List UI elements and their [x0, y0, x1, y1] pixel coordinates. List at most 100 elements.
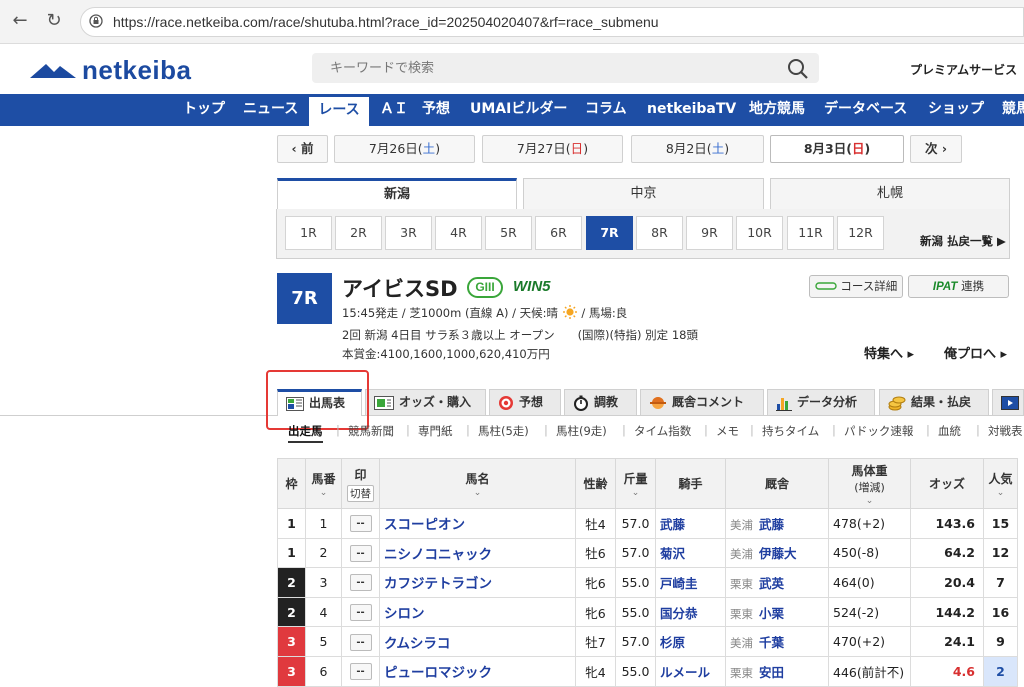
subnav-item-umabashira9[interactable]: 馬柱(9走) — [556, 423, 607, 439]
trainer-link[interactable]: 伊藤大 — [759, 546, 797, 561]
mark-selector[interactable]: -- — [349, 633, 372, 651]
jockey-link[interactable]: 杉原 — [655, 626, 726, 657]
race-button-1r[interactable]: 1R — [285, 216, 332, 250]
table-row[interactable]: 1 1 -- スコーピオン 牡4 57.0 武藤 美浦 武藤 478(+2) 143.6 15 — [277, 508, 1018, 539]
sort-chevron-icon[interactable]: ⌄ — [829, 496, 910, 506]
address-bar[interactable]: https://race.netkeiba.com/race/shutuba.h… — [80, 7, 1024, 37]
nav-item-database[interactable]: データベース — [824, 94, 907, 126]
back-icon[interactable]: ← — [8, 10, 32, 31]
venue-tab-niigata[interactable]: 新潟 — [277, 178, 517, 210]
date-tab-selected[interactable]: 8月3日(日) — [770, 135, 904, 163]
subnav-item-mochi-time[interactable]: 持ちタイム — [762, 423, 819, 439]
date-tab[interactable]: 7月27日(日) — [482, 135, 623, 163]
prev-date-button[interactable]: ‹ 前 — [277, 135, 328, 163]
orepro-link[interactable]: 俺プロへ ▸ — [944, 343, 1007, 362]
race-button-7r[interactable]: 7R — [586, 216, 633, 250]
sort-chevron-icon[interactable]: ⌄ — [616, 488, 655, 498]
race-button-12r[interactable]: 12R — [837, 216, 884, 250]
col-weight[interactable]: 斤量 ⌄ — [615, 458, 656, 509]
feature-link[interactable]: 特集へ ▸ — [864, 343, 914, 362]
odds-cell[interactable]: 24.1 — [910, 626, 984, 657]
trainer-link[interactable]: 武藤 — [759, 517, 784, 532]
odds-cell[interactable]: 20.4 — [910, 567, 984, 598]
table-row[interactable]: 3 6 -- ピューロマジック 牝4 55.0 ルメール 栗東 安田 446(前計不) 4.6 2 — [277, 655, 1018, 687]
table-row[interactable]: 2 4 -- シロン 牝6 55.0 国分恭 栗東 小栗 524(-2) 144.2 16 — [277, 596, 1018, 628]
table-row[interactable]: 1 2 -- ニシノコニャック 牡6 57.0 菊沢 美浦 伊藤大 450(-8) 64.2 12 — [277, 537, 1018, 569]
trainer-link[interactable]: 武英 — [759, 576, 784, 591]
venue-tab-chukyo[interactable]: 中京 — [523, 178, 764, 210]
nav-item-ai[interactable]: ＡＩ — [380, 94, 408, 126]
search-input[interactable] — [312, 53, 752, 83]
subnav-item-ketto[interactable]: 血統 — [938, 423, 961, 439]
race-button-11r[interactable]: 11R — [787, 216, 834, 250]
race-button-10r[interactable]: 10R — [736, 216, 783, 250]
win5-badge[interactable]: WIN5 — [513, 278, 551, 295]
race-button-6r[interactable]: 6R — [535, 216, 582, 250]
nav-item-column[interactable]: コラム — [585, 94, 627, 126]
nav-item-shop[interactable]: ショップ — [928, 94, 984, 126]
nav-item-umai-builder[interactable]: UMAIビルダー — [470, 94, 567, 126]
horse-name-link[interactable]: ピューロマジック — [379, 655, 576, 687]
table-row[interactable]: 3 5 -- クムシラコ 牡7 57.0 杉原 美浦 千葉 470(+2) 24.1 9 — [277, 626, 1018, 657]
nav-item-race[interactable]: レース — [309, 94, 369, 126]
odds-cell[interactable]: 144.2 — [910, 596, 984, 628]
col-bodyweight[interactable]: 馬体重 (増減) ⌄ — [828, 458, 911, 509]
subnav-item-keiba-shinbun[interactable]: 競馬新聞 — [348, 423, 394, 439]
subnav-item-senmonshi[interactable]: 専門紙 — [418, 423, 453, 439]
odds-cell[interactable]: 64.2 — [910, 537, 984, 569]
col-name[interactable]: 馬名 ⌄ — [379, 458, 576, 509]
jockey-link[interactable]: 武藤 — [655, 508, 726, 539]
mark-selector[interactable]: -- — [349, 544, 372, 562]
premium-service-link[interactable]: プレミアムサービス — [910, 61, 1017, 78]
tab-result-payout[interactable]: 結果・払戻 — [879, 389, 989, 415]
site-info-icon[interactable] — [89, 14, 103, 28]
col-pop[interactable]: 人気 ⌄ — [983, 458, 1018, 509]
jockey-link[interactable]: 戸崎圭 — [655, 567, 726, 598]
sort-chevron-icon[interactable]: ⌄ — [306, 488, 341, 498]
subnav-item-umabashira5[interactable]: 馬柱(5走) — [478, 423, 529, 439]
horse-name-link[interactable]: ニシノコニャック — [379, 537, 576, 569]
race-button-8r[interactable]: 8R — [636, 216, 683, 250]
sort-chevron-icon[interactable]: ⌄ — [380, 488, 575, 498]
tab-video[interactable] — [992, 389, 1024, 415]
nav-item-prediction[interactable]: 予想 — [422, 94, 450, 126]
nav-item-keiba[interactable]: 競馬 — [1002, 94, 1024, 126]
horse-name-link[interactable]: スコーピオン — [379, 508, 576, 539]
reload-icon[interactable]: ↻ — [42, 10, 66, 31]
odds-cell[interactable]: 143.6 — [910, 508, 984, 539]
course-detail-button[interactable]: コース詳細 — [809, 275, 903, 298]
search-icon[interactable] — [787, 58, 809, 80]
race-button-3r[interactable]: 3R — [385, 216, 432, 250]
mark-switch-button[interactable]: 切替 — [347, 484, 374, 502]
trainer-link[interactable]: 安田 — [759, 665, 784, 680]
tab-odds[interactable]: オッズ・購入 — [365, 389, 486, 415]
nav-item-netkeibatv[interactable]: netkeibaTV — [647, 94, 736, 126]
subnav-item-shussoba[interactable]: 出走馬 — [288, 423, 323, 443]
ipat-link-button[interactable]: IPAT 連携 — [908, 275, 1009, 298]
date-tab[interactable]: 8月2日(土) — [631, 135, 764, 163]
nav-item-local[interactable]: 地方競馬 — [749, 94, 805, 126]
site-logo[interactable]: netkeiba — [30, 55, 192, 85]
horse-name-link[interactable]: カフジテトラゴン — [379, 567, 576, 598]
horse-name-link[interactable]: シロン — [379, 596, 576, 628]
date-tab[interactable]: 7月26日(土) — [334, 135, 475, 163]
tab-yoso[interactable]: 予想 — [489, 389, 561, 415]
mark-selector[interactable]: -- — [349, 515, 372, 533]
sort-chevron-icon[interactable]: ⌄ — [984, 488, 1017, 498]
mark-selector[interactable]: -- — [349, 574, 372, 592]
race-button-4r[interactable]: 4R — [435, 216, 482, 250]
tab-chokyo[interactable]: 調教 — [564, 389, 637, 415]
table-row[interactable]: 2 3 -- カフジテトラゴン 牝6 55.0 戸崎圭 栗東 武英 464(0) 20.4 7 — [277, 567, 1018, 598]
horse-name-link[interactable]: クムシラコ — [379, 626, 576, 657]
trainer-link[interactable]: 千葉 — [759, 635, 784, 650]
nav-item-news[interactable]: ニュース — [243, 94, 298, 126]
subnav-item-paddock[interactable]: パドック速報 — [844, 423, 913, 439]
subnav-item-taisen[interactable]: 対戦表 — [988, 423, 1023, 439]
trainer-link[interactable]: 小栗 — [759, 606, 784, 621]
venue-tab-sapporo[interactable]: 札幌 — [770, 178, 1010, 210]
jockey-link[interactable]: 菊沢 — [655, 537, 726, 569]
race-button-2r[interactable]: 2R — [335, 216, 382, 250]
mark-selector[interactable]: -- — [349, 604, 372, 622]
tab-kyusha-comment[interactable]: 厩舎コメント — [640, 389, 764, 415]
next-date-button[interactable]: 次 › — [910, 135, 962, 163]
